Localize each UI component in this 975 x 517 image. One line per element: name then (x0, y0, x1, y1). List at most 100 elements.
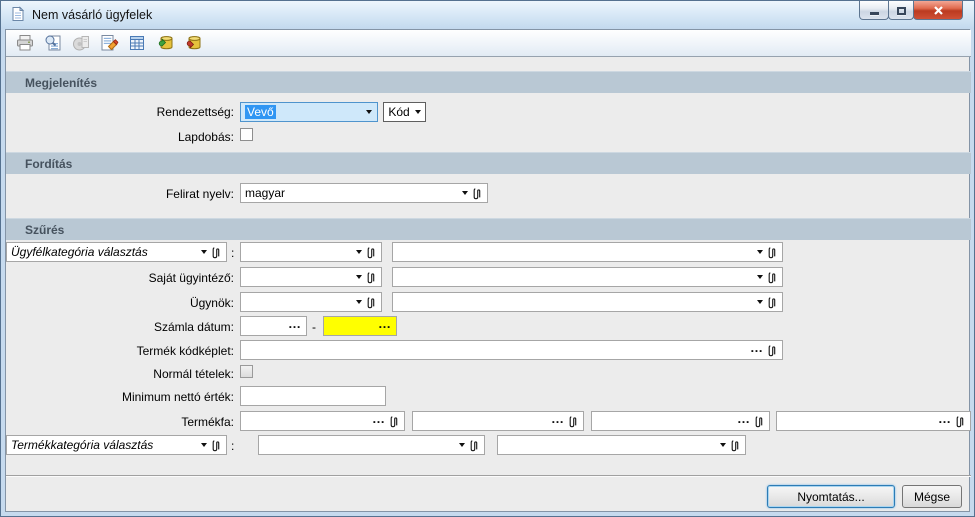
chevron-down-icon (757, 300, 763, 304)
paperclip-icon[interactable] (212, 439, 221, 452)
minimum-netto-field[interactable] (240, 386, 386, 406)
paperclip-icon[interactable] (768, 296, 777, 309)
szamla-datum-label: Számla dátum: (153, 320, 234, 334)
section-header-szures: Szűrés (6, 218, 971, 240)
browse-ellipsis-button[interactable]: … (750, 341, 763, 354)
paperclip-icon[interactable] (768, 344, 777, 357)
paperclip-icon[interactable] (212, 246, 221, 259)
export-disabled-icon (68, 31, 93, 56)
termekkategoria-value-combo[interactable] (497, 435, 746, 455)
chevron-down-icon (720, 443, 726, 447)
chevron-down-icon (757, 275, 763, 279)
browse-ellipsis-button[interactable]: … (938, 412, 951, 425)
browse-ellipsis-button[interactable]: … (372, 412, 385, 425)
paperclip-icon[interactable] (473, 187, 482, 200)
paperclip-icon[interactable] (956, 415, 965, 428)
sajat-ugyintezo-value-combo[interactable] (392, 267, 783, 287)
colon-separator: : (231, 439, 235, 453)
normal-tetelek-label: Normál tételek: (153, 367, 234, 381)
window-title: Nem vásárló ügyfelek (32, 8, 153, 22)
print-button[interactable]: Nyomtatás... (767, 485, 895, 508)
termek-kodkeplet-label: Termék kódképlet: (136, 344, 234, 358)
felirat-nyelv-label: Felirat nyelv: (165, 187, 234, 201)
print-icon[interactable] (12, 31, 37, 56)
chevron-down-icon (459, 443, 465, 447)
termekfa-label: Termékfa: (181, 415, 234, 429)
chevron-down-icon (356, 275, 362, 279)
sajat-ugyintezo-combo[interactable] (240, 267, 382, 287)
szamla-datum-to-field[interactable]: … (323, 316, 397, 336)
ugynok-value-combo[interactable] (392, 292, 783, 312)
ugyfelkategoria-selector-combo[interactable]: Ügyfélkategória választás (6, 242, 227, 262)
close-button[interactable] (913, 1, 963, 20)
close-icon (933, 5, 943, 15)
termekfa-field-3[interactable]: … (591, 411, 770, 431)
paperclip-icon[interactable] (367, 296, 376, 309)
kod-label: Kód (388, 105, 410, 119)
minimum-netto-label: Minimum nettó érték: (121, 390, 234, 404)
rendezettseg-value: Vevő (245, 105, 276, 119)
paperclip-icon[interactable] (768, 271, 777, 284)
footer-separator (6, 475, 971, 477)
chevron-down-icon (462, 191, 468, 195)
chevron-down-icon (356, 300, 362, 304)
kod-dropdown-button[interactable]: Kód (383, 102, 426, 122)
toolbar (6, 30, 971, 57)
db-refresh-icon[interactable] (152, 31, 177, 56)
chevron-down-icon (757, 250, 763, 254)
db-rollback-icon[interactable] (180, 31, 205, 56)
termekkategoria-selector-combo[interactable]: Termékkategória választás (6, 435, 227, 455)
chevron-down-icon (201, 443, 207, 447)
title-bar[interactable]: Nem vásárló ügyfelek (1, 1, 974, 29)
szamla-datum-from-field[interactable]: … (240, 316, 307, 336)
paperclip-icon[interactable] (367, 271, 376, 284)
dialog-window: Nem vásárló ügyfelek Megjelenítés Rendez… (0, 0, 975, 517)
ugynok-combo[interactable] (240, 292, 382, 312)
paperclip-icon[interactable] (390, 415, 399, 428)
termekfa-field-2[interactable]: … (412, 411, 584, 431)
paperclip-icon[interactable] (755, 415, 764, 428)
normal-tetelek-checkbox[interactable] (240, 365, 253, 378)
table-settings-icon[interactable] (124, 31, 149, 56)
paperclip-icon[interactable] (768, 246, 777, 259)
termek-kodkeplet-field[interactable]: … (240, 340, 783, 360)
chevron-down-icon (201, 250, 207, 254)
print-preview-icon[interactable] (40, 31, 65, 56)
browse-ellipsis-button[interactable]: … (288, 317, 301, 330)
browse-ellipsis-button[interactable]: … (378, 317, 391, 330)
chevron-down-icon (356, 250, 362, 254)
felirat-nyelv-combo[interactable]: magyar (240, 183, 488, 203)
paperclip-icon[interactable] (470, 439, 479, 452)
section-header-forditas: Fordítás (6, 152, 971, 174)
paperclip-icon[interactable] (569, 415, 578, 428)
ugynok-label: Ügynök: (189, 296, 234, 310)
cancel-button[interactable]: Mégse (902, 485, 962, 508)
ugyfelkategoria-selector-value: Ügyfélkategória választás (11, 245, 148, 259)
edit-report-icon[interactable] (96, 31, 121, 56)
termekfa-field-1[interactable]: … (240, 411, 405, 431)
paperclip-icon[interactable] (367, 246, 376, 259)
felirat-nyelv-value: magyar (245, 186, 286, 200)
colon-separator: : (231, 246, 235, 260)
ugyfelkategoria-value-combo[interactable] (392, 242, 783, 262)
rendezettseg-combo[interactable]: Vevő (240, 102, 378, 122)
paperclip-icon[interactable] (731, 439, 740, 452)
section-header-megjelenites: Megjelenítés (6, 71, 971, 93)
browse-ellipsis-button[interactable]: … (551, 412, 564, 425)
minimize-button[interactable] (859, 1, 889, 20)
maximize-button[interactable] (888, 1, 914, 20)
ugyfelkategoria-combo[interactable] (240, 242, 382, 262)
chevron-down-icon (366, 110, 372, 114)
lapdobas-checkbox[interactable] (240, 128, 253, 141)
rendezettseg-label: Rendezettség: (156, 105, 234, 119)
termekkategoria-selector-value: Termékkategória választás (11, 438, 154, 452)
maximize-icon (896, 7, 906, 15)
dash-separator: - (312, 320, 316, 334)
document-icon (10, 6, 26, 22)
chevron-down-icon (414, 110, 421, 114)
lapdobas-label: Lapdobás: (177, 130, 234, 144)
sajat-ugyintezo-label: Saját ügyintéző: (148, 271, 234, 285)
termekkategoria-combo[interactable] (258, 435, 485, 455)
browse-ellipsis-button[interactable]: … (737, 412, 750, 425)
termekfa-field-4[interactable]: … (776, 411, 971, 431)
